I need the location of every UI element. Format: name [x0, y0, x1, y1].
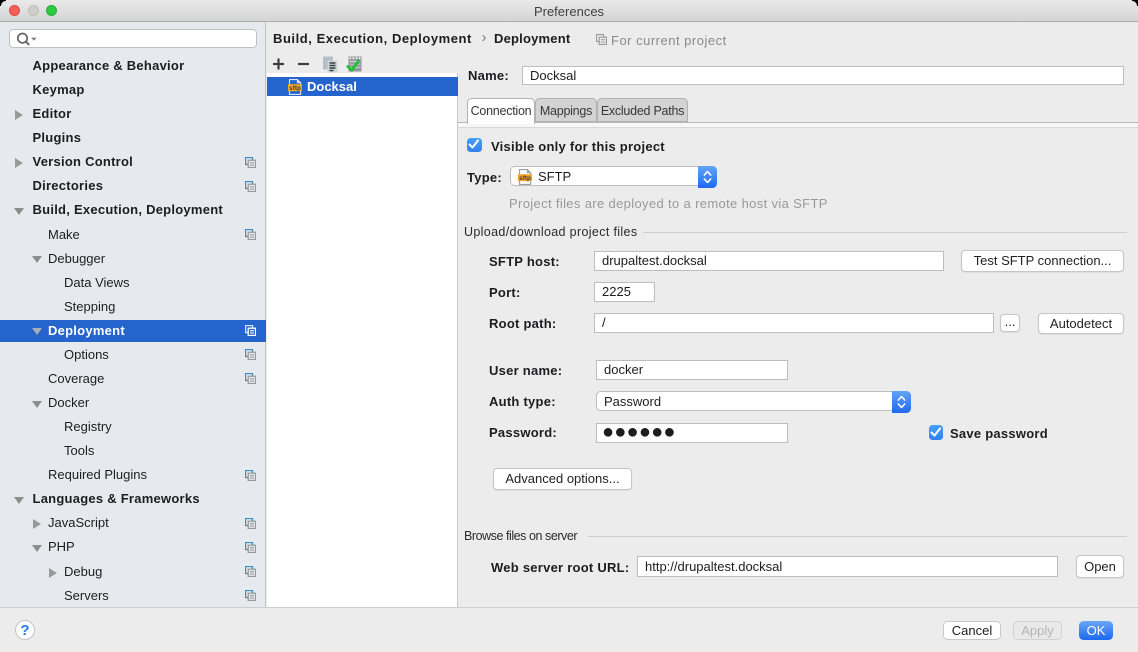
- svg-text:sftp: sftp: [289, 85, 301, 92]
- svg-text:sftp: sftp: [519, 175, 531, 182]
